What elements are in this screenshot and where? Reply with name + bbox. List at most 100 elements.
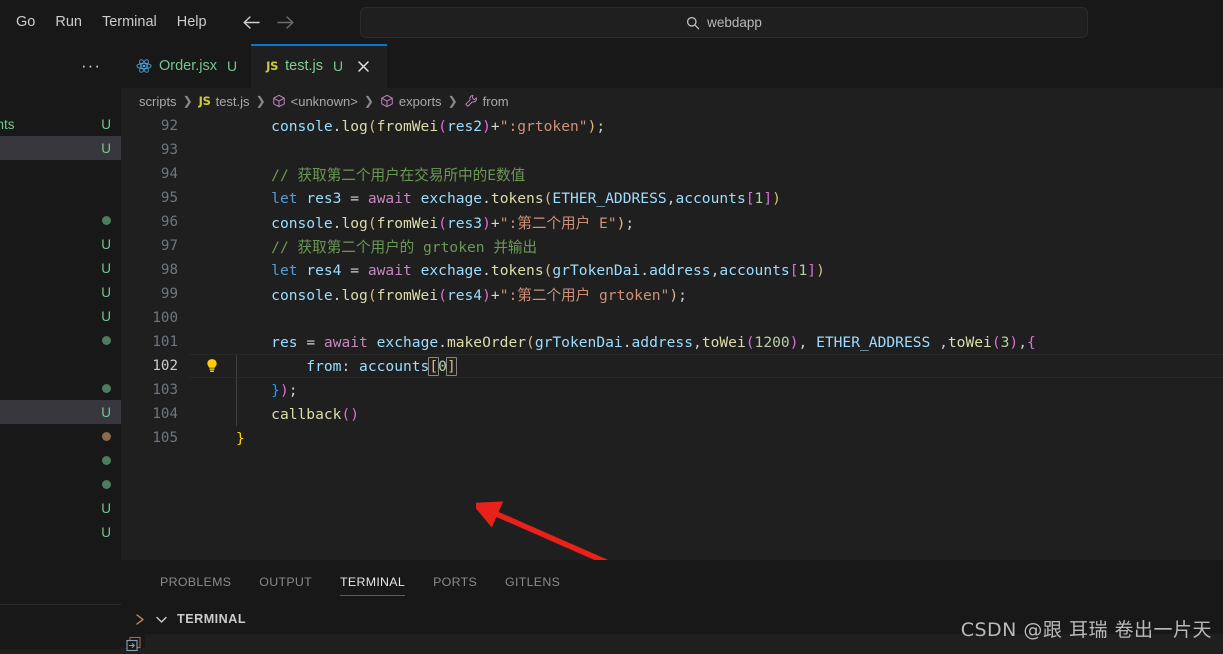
code-line[interactable]: 94 // 获取第二个用户在交易所中的E数值 <box>121 162 1223 186</box>
code-line[interactable]: 101 res = await exchage.makeOrder(grToke… <box>121 330 1223 354</box>
code-line[interactable]: 104 callback() <box>121 402 1223 426</box>
code-line[interactable]: 100 <box>121 306 1223 330</box>
chevron-right-icon: ❯ <box>363 94 374 108</box>
panel-tab-bar: PROBLEMS OUTPUT TERMINAL PORTS GITLENS <box>121 560 1223 604</box>
code-token: ) <box>1009 333 1019 351</box>
list-item[interactable] <box>0 184 121 208</box>
list-item[interactable]: U <box>0 304 121 328</box>
breadcrumb-item-test-js[interactable]: JS test.js <box>199 94 250 109</box>
more-actions-icon[interactable]: ··· <box>81 57 101 74</box>
list-item[interactable]: U <box>0 256 121 280</box>
breadcrumb-item-unknown[interactable]: <unknown> <box>272 94 358 109</box>
menu-item-run[interactable]: Run <box>45 11 92 33</box>
menu-item-go[interactable]: Go <box>6 11 45 33</box>
code-editor[interactable]: 92 console.log(fromWei(res2)+":grtoken")… <box>121 114 1223 560</box>
list-item[interactable] <box>0 328 121 352</box>
code-line[interactable]: 103 }); <box>121 378 1223 402</box>
code-line[interactable]: 105} <box>121 426 1223 450</box>
close-icon[interactable] <box>354 57 373 76</box>
code-line[interactable]: 98 let res4 = await exchage.tokens(grTok… <box>121 258 1223 282</box>
tab-output[interactable]: OUTPUT <box>245 560 326 604</box>
list-item[interactable] <box>0 424 121 448</box>
command-center[interactable]: webdapp <box>360 7 1088 38</box>
code-token: ) <box>350 405 360 423</box>
code-token: . <box>438 333 447 351</box>
chevron-right-icon: ❯ <box>255 94 266 108</box>
tab-test-js[interactable]: JS test.js U <box>251 44 388 88</box>
code-token: let <box>271 261 298 279</box>
editor-tab-bar: Order.jsx U JS test.js U <box>121 44 1223 88</box>
code-text: from: accounts[0] <box>189 356 457 376</box>
breadcrumb-item-exports[interactable]: exports <box>380 94 442 109</box>
tab-ports[interactable]: PORTS <box>419 560 491 604</box>
code-token: . <box>482 189 491 207</box>
code-text: console.log(fromWei(res2)+":grtoken"); <box>189 118 605 135</box>
code-text: }); <box>189 381 297 399</box>
tab-gitlens[interactable]: GITLENS <box>491 560 574 604</box>
code-token: ) <box>816 261 825 279</box>
chevron-down-icon[interactable] <box>155 614 168 625</box>
code-line[interactable]: 102 from: accounts[0] <box>121 354 1223 378</box>
line-number: 93 <box>160 142 178 158</box>
list-item[interactable]: onents U <box>0 112 121 136</box>
list-item[interactable]: U <box>0 400 121 424</box>
tab-label: test.js <box>285 58 323 74</box>
arrow-right-icon[interactable] <box>273 9 299 35</box>
code-line[interactable]: 93 <box>121 138 1223 162</box>
split-terminal-icon[interactable] <box>123 634 145 654</box>
modified-dot-icon <box>102 455 111 465</box>
code-token: ":grtoken" <box>499 117 588 135</box>
symbol-wrench-icon <box>464 94 478 108</box>
breadcrumb-label: test.js <box>215 93 250 109</box>
lightbulb-icon[interactable] <box>203 357 221 375</box>
breadcrumb-item-from[interactable]: from <box>464 94 509 109</box>
code-token: 1200 <box>754 333 790 351</box>
indent-guide <box>236 402 237 426</box>
code-text: let res4 = await exchage.tokens(grTokenD… <box>189 262 825 279</box>
list-item[interactable]: U <box>0 280 121 304</box>
menu-item-terminal[interactable]: Terminal <box>92 11 167 33</box>
code-line[interactable]: 96 console.log(fromWei(res3)+":第二个用户 E")… <box>121 210 1223 234</box>
code-token: // 获取第二个用户在交易所中的E数值 <box>271 166 526 184</box>
list-item[interactable] <box>0 472 121 496</box>
tab-order-jsx[interactable]: Order.jsx U <box>121 44 252 88</box>
line-number: 104 <box>152 406 178 422</box>
list-item[interactable]: U <box>0 136 121 160</box>
code-text: // 获取第二个用户的 grtoken 并输出 <box>189 236 537 257</box>
list-item[interactable] <box>0 376 121 400</box>
code-line[interactable]: 99 console.log(fromWei(res4)+":第二个用户 grt… <box>121 282 1223 306</box>
code-token: ; <box>678 286 687 304</box>
code-token: ( <box>367 286 377 304</box>
tab-problems[interactable]: PROBLEMS <box>146 560 245 604</box>
code-token: . <box>640 261 650 279</box>
code-line[interactable]: 97 // 获取第二个用户的 grtoken 并输出 <box>121 234 1223 258</box>
list-item[interactable]: U <box>0 232 121 256</box>
tab-terminal[interactable]: TERMINAL <box>326 560 419 604</box>
code-token: fromWei <box>376 214 439 232</box>
git-status-badge: U <box>101 524 111 540</box>
code-line[interactable]: 95 let res3 = await exchage.tokens(ETHER… <box>121 186 1223 210</box>
list-item[interactable] <box>0 448 121 472</box>
code-line[interactable]: 92 console.log(fromWei(res2)+":grtoken")… <box>121 114 1223 138</box>
chevron-right-icon <box>135 613 146 626</box>
sidebar-bottom-strip <box>0 604 121 649</box>
git-status-badge: U <box>101 140 111 156</box>
menu-item-help[interactable]: Help <box>167 11 217 33</box>
list-item[interactable] <box>0 352 121 376</box>
list-item[interactable] <box>0 208 121 232</box>
symbol-module-icon <box>272 94 286 108</box>
code-token: fromWei <box>376 286 439 304</box>
list-item[interactable]: U <box>0 496 121 520</box>
code-token: res <box>271 333 298 351</box>
arrow-left-icon[interactable] <box>239 9 265 35</box>
code-text: } <box>189 430 245 447</box>
list-item[interactable]: U <box>0 520 121 544</box>
code-token: ) <box>279 381 289 399</box>
list-item[interactable] <box>0 160 121 184</box>
breadcrumb-item-scripts[interactable]: scripts <box>139 94 177 109</box>
